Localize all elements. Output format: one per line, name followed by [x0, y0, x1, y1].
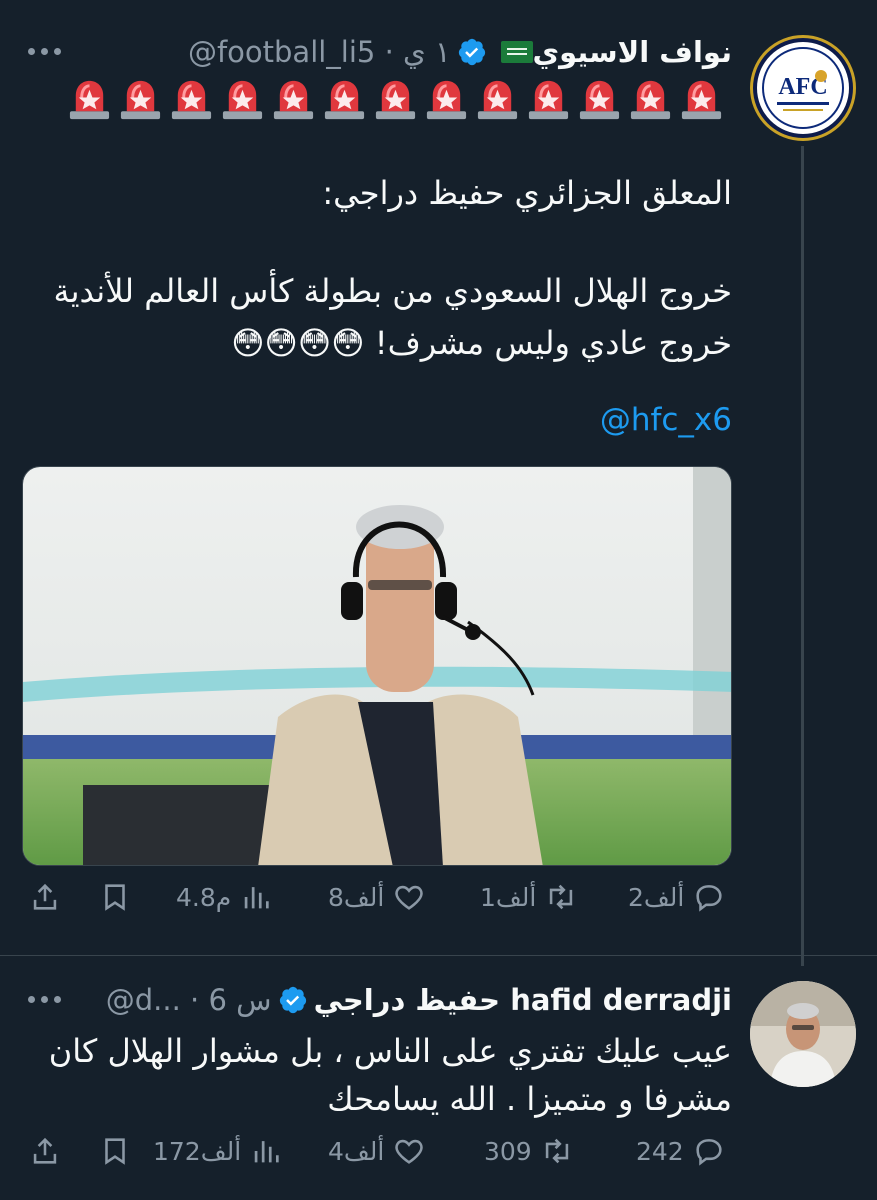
like-icon [395, 885, 424, 910]
views-button[interactable]: 172ألف [153, 1134, 283, 1168]
tweet-text-line-2: مشرفا و متميزا . الله يسامحك [327, 1080, 732, 1118]
thread-line [801, 146, 804, 966]
tweet-text-line-1: المعلق الجزائري حفيظ دراجي: [322, 174, 732, 212]
tweet-image[interactable] [22, 466, 732, 866]
siren-icon [120, 80, 161, 120]
views-button[interactable]: 4.8م [176, 880, 273, 914]
share-button[interactable] [28, 1134, 62, 1168]
like-button[interactable]: 4ألف [328, 1134, 426, 1168]
reply-icon [696, 1139, 722, 1166]
tweet-text-line-1: عيب عليك تفتري على الناس ، بل مشوار الهل… [48, 1032, 732, 1070]
author-name[interactable]: نواف الاسيوي [533, 35, 732, 69]
verified-badge-icon [458, 38, 485, 66]
siren-icon [579, 80, 620, 120]
tweet-text-line-2: خروج الهلال السعودي من بطولة كأس العالم … [53, 272, 732, 310]
reply-count: 2ألف [628, 882, 685, 912]
reply-count: 242 [636, 1136, 684, 1166]
bookmark-button[interactable] [98, 880, 132, 914]
siren-icon [477, 80, 518, 120]
share-icon [33, 1137, 57, 1164]
saudi-flag-icon [500, 41, 533, 63]
retweet-count: 1ألف [480, 882, 537, 912]
more-icon[interactable] [28, 48, 61, 55]
tweet-header: نواف الاسيوي @football_li5 · ١ ي [188, 30, 732, 74]
siren-icon [528, 80, 569, 120]
share-button[interactable] [28, 880, 62, 914]
siren-icon [681, 80, 722, 120]
siren-emoji-row [66, 76, 725, 123]
siren-icon [426, 80, 467, 120]
handle-and-time[interactable]: @football_li5 · ١ ي [188, 35, 451, 69]
reply-icon [696, 885, 722, 912]
tweet-card[interactable]: AFC نواف الاسيوي @football_li5 · ١ ي الم… [0, 0, 877, 966]
siren-icon [273, 80, 314, 120]
retweet-icon [550, 884, 573, 910]
retweet-button[interactable]: 309 [484, 1134, 574, 1168]
siren-icon [222, 80, 263, 120]
retweet-icon [545, 1138, 568, 1164]
bookmark-icon [105, 1138, 125, 1165]
views-icon [244, 887, 269, 909]
like-count: 8ألف [328, 882, 385, 912]
like-count: 4ألف [328, 1136, 385, 1166]
avatar[interactable]: AFC [750, 35, 856, 141]
tweet-action-bar: 242 309 4ألف 172ألف [28, 1134, 738, 1184]
siren-icon [375, 80, 416, 120]
tweet-card[interactable]: حفيظ دراجي hafid derradji @d... · 6 س عي… [0, 956, 877, 1200]
tweet-header: حفيظ دراجي hafid derradji @d... · 6 س [106, 978, 732, 1022]
siren-icon [630, 80, 671, 120]
verified-badge-icon [279, 986, 306, 1014]
views-count: 172ألف [153, 1136, 242, 1166]
handle-and-time[interactable]: @d... · 6 س [106, 983, 272, 1017]
siren-icon [324, 80, 365, 120]
share-icon [33, 883, 57, 910]
avatar[interactable] [750, 981, 856, 1087]
bookmark-icon [105, 884, 125, 911]
tweet-action-bar: 2ألف 1ألف 8ألف 4.8م [28, 880, 738, 930]
author-name[interactable]: حفيظ دراجي hafid derradji [314, 983, 732, 1017]
mention-link[interactable]: @hfc_x6 [600, 402, 732, 438]
afc-logo-icon: AFC [757, 42, 849, 134]
reply-button[interactable]: 242 [636, 1134, 726, 1168]
like-icon [395, 1139, 424, 1164]
retweet-count: 309 [484, 1136, 532, 1166]
reply-button[interactable]: 2ألف [628, 880, 726, 914]
commentator-photo [23, 467, 731, 865]
tweet-text-line-3: خروج عادي وليس مشرف! 😳😳😳😳 [231, 324, 732, 362]
retweet-button[interactable]: 1ألف [480, 880, 578, 914]
like-button[interactable]: 8ألف [328, 880, 426, 914]
bookmark-button[interactable] [98, 1134, 132, 1168]
views-count: 4.8م [176, 882, 232, 912]
more-icon[interactable] [28, 996, 61, 1003]
author-photo [750, 981, 856, 1087]
siren-icon [69, 80, 110, 120]
siren-icon [171, 80, 212, 120]
views-icon [254, 1141, 279, 1163]
